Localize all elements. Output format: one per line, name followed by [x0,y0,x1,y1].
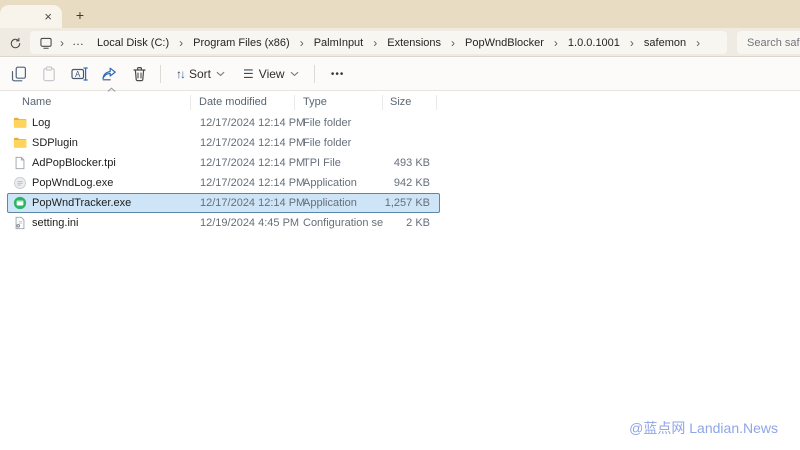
file-row-selected[interactable]: PopWndTracker.exe 12/17/2024 12:14 PMAppl… [7,193,440,213]
file-row[interactable]: PopWndLog.exe 12/17/2024 12:14 PMApplicat… [7,173,440,193]
command-toolbar: A ↑↓ Sort ☰ View ••• [0,58,800,91]
column-header-row: Name Date modified Type Size [8,91,800,113]
sort-ascending-icon [107,87,116,93]
breadcrumb-item[interactable]: Local Disk (C:) [91,34,175,52]
column-header-type[interactable]: Type [295,95,383,110]
file-name-cell: Log [8,116,191,130]
file-size-cell: 493 KB [383,157,437,169]
chevron-right-icon[interactable]: › [550,37,562,49]
date-modified-cell: 12/17/2024 12:14 PM [191,197,295,209]
new-tab-button[interactable]: + [71,6,89,24]
view-dropdown[interactable]: ☰ View [234,61,308,87]
file-name: SDPlugin [32,137,78,149]
file-row[interactable]: Log 12/17/2024 12:14 PMFile folder [7,113,440,133]
toolbar-separator [314,65,315,83]
delete-button[interactable] [124,61,154,87]
file-type-cell: Application [295,197,383,209]
chevron-down-icon [216,71,225,77]
breadcrumb[interactable]: › … Local Disk (C:)›Program Files (x86)›… [30,31,727,54]
chevron-right-icon[interactable]: › [626,37,638,49]
svg-text:A: A [75,70,81,79]
breadcrumb-item[interactable]: Program Files (x86) [187,34,296,52]
file-row[interactable]: setting.ini 12/19/2024 4:45 PMConfigurati… [7,213,440,233]
chevron-right-icon[interactable]: › [175,37,187,49]
file-list-pane: Name Date modified Type Size Log 12/17/20… [0,91,800,450]
date-modified-cell: 12/17/2024 12:14 PM [191,177,295,189]
tab-close-icon[interactable]: × [44,10,52,23]
date-modified-cell: 12/17/2024 12:14 PM [191,157,295,169]
share-button[interactable] [94,61,124,87]
configuration-file-icon [13,216,27,230]
file-name-cell: PopWndLog.exe [8,176,191,190]
explorer-tab[interactable]: × [0,5,62,28]
rename-button[interactable]: A [64,61,94,87]
chevron-right-icon[interactable]: › [56,37,68,49]
view-label: View [259,67,285,81]
view-icon: ☰ [243,67,254,81]
watermark: @蓝点网 Landian.News [629,418,778,438]
chevron-right-icon[interactable]: › [369,37,381,49]
breadcrumb-item[interactable]: 1.0.0.1001 [562,34,626,52]
delete-icon [132,66,147,82]
copy-button[interactable] [4,61,34,87]
file-name: AdPopBlocker.tpi [32,157,116,169]
file-size-cell: 2 KB [383,217,437,229]
file-type-cell: Application [295,177,383,189]
sort-dropdown[interactable]: ↑↓ Sort [167,61,234,87]
sort-label: Sort [189,67,211,81]
sort-icon: ↑↓ [176,67,184,81]
breadcrumb-item[interactable]: safemon [638,34,692,52]
date-modified-cell: 12/17/2024 12:14 PM [191,117,295,129]
folder-icon [13,116,27,130]
paste-button[interactable] [34,61,64,87]
refresh-icon [9,37,22,50]
file-size-cell: 1,257 KB [383,197,437,209]
file-name: PopWndLog.exe [32,177,113,189]
file-name-cell: setting.ini [8,216,191,230]
search-input[interactable] [737,31,800,54]
file-type-cell: File folder [295,117,383,129]
file-icon [13,156,27,170]
more-options-icon: ••• [323,69,353,80]
address-bar: › … Local Disk (C:)›Program Files (x86)›… [0,28,800,57]
rename-icon: A [71,66,88,82]
chevron-down-icon [290,71,299,77]
application-green-icon [13,196,27,210]
paste-icon [41,66,57,82]
breadcrumb-item[interactable]: PopWndBlocker [459,34,550,52]
file-name: setting.ini [32,217,78,229]
chevron-right-icon[interactable]: › [692,37,704,49]
file-type-cell: TPI File [295,157,383,169]
file-rows: Log12/17/2024 12:14 PMFile folderSDPlugi… [7,113,800,233]
file-name: Log [32,117,50,129]
breadcrumb-item[interactable]: PalmInput [308,34,370,52]
file-name-cell: AdPopBlocker.tpi [8,156,191,170]
file-type-cell: Configuration sett... [295,217,383,229]
copy-icon [11,66,27,82]
folder-icon [13,136,27,150]
titlebar: × + [0,0,800,28]
toolbar-separator [160,65,161,83]
more-options-button[interactable]: ••• [321,61,355,87]
date-modified-cell: 12/17/2024 12:14 PM [191,137,295,149]
chevron-right-icon[interactable]: › [296,37,308,49]
file-name: PopWndTracker.exe [32,197,131,209]
column-header-name[interactable]: Name [8,95,191,110]
chevron-right-icon[interactable]: › [447,37,459,49]
application-gray-icon [13,176,27,190]
breadcrumb-overflow-button[interactable]: … [68,34,91,52]
date-modified-cell: 12/19/2024 4:45 PM [191,217,295,229]
file-size-cell: 942 KB [383,177,437,189]
column-header-date-modified[interactable]: Date modified [191,95,295,110]
file-type-cell: File folder [295,137,383,149]
share-icon [101,66,117,82]
column-header-size[interactable]: Size [383,95,437,110]
this-pc-icon[interactable] [36,36,56,50]
refresh-button[interactable] [6,34,24,52]
breadcrumb-item[interactable]: Extensions [381,34,447,52]
file-name-cell: SDPlugin [8,136,191,150]
file-row[interactable]: AdPopBlocker.tpi 12/17/2024 12:14 PMTPI F… [7,153,440,173]
file-name-cell: PopWndTracker.exe [8,196,191,210]
file-row[interactable]: SDPlugin 12/17/2024 12:14 PMFile folder [7,133,440,153]
